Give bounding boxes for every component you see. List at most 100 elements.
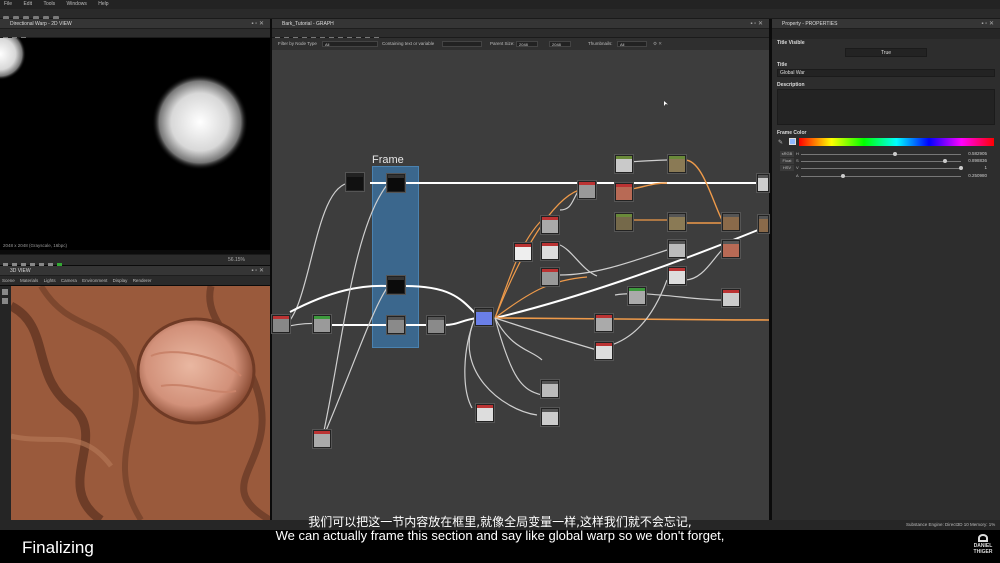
menu-display[interactable]: Display bbox=[113, 278, 128, 283]
graph-node[interactable] bbox=[427, 316, 445, 334]
color-slider-row[interactable]: sRGB H 0.582905 bbox=[777, 151, 997, 158]
menu-edit[interactable]: Edit bbox=[23, 1, 32, 7]
slider-knob[interactable] bbox=[943, 159, 948, 163]
view-2d[interactable] bbox=[0, 38, 270, 250]
slider-track[interactable] bbox=[801, 168, 961, 169]
menu-tools[interactable]: Tools bbox=[43, 1, 55, 7]
menu-help[interactable]: Help bbox=[98, 1, 108, 7]
graph-node[interactable] bbox=[313, 315, 331, 333]
graph-node[interactable] bbox=[722, 213, 740, 231]
menu-camera[interactable]: Camera bbox=[61, 278, 77, 283]
color-mode-tag[interactable]: Float bbox=[780, 158, 794, 164]
panel-pin-icon[interactable]: ▪ ▫ ✕ bbox=[251, 19, 264, 29]
slider-track[interactable] bbox=[801, 154, 961, 155]
menu-windows[interactable]: Windows bbox=[67, 1, 87, 7]
graph-node[interactable] bbox=[668, 213, 686, 231]
graph-node[interactable] bbox=[595, 342, 613, 360]
graph-node[interactable] bbox=[541, 268, 559, 286]
graph-node[interactable] bbox=[541, 216, 559, 234]
color-slider-row[interactable]: Float S 0.898836 bbox=[777, 158, 997, 165]
size-select[interactable]: 2048 bbox=[549, 41, 571, 47]
channel-value[interactable]: 0.582905 bbox=[968, 151, 987, 156]
graph-node[interactable] bbox=[668, 155, 686, 173]
properties-window-controls-icon[interactable]: ▪ ▫ ✕ bbox=[981, 19, 994, 29]
graph-node[interactable] bbox=[475, 308, 493, 326]
panel-3d-menu: Scene Materials Lights Camera Environmen… bbox=[0, 276, 270, 285]
menu-bar: File Edit Tools Windows Help bbox=[0, 0, 1000, 9]
color-swatch[interactable] bbox=[789, 138, 796, 145]
graph-node[interactable] bbox=[541, 408, 559, 426]
camera-icon[interactable] bbox=[2, 289, 8, 295]
graph-node[interactable] bbox=[758, 215, 769, 233]
channel-value[interactable]: 0.898836 bbox=[968, 158, 987, 163]
containing-text-input[interactable] bbox=[442, 41, 482, 47]
properties-panel: Property - PROPERTIES ▪ ▫ ✕ Title Visible… bbox=[772, 19, 1000, 520]
graph-node[interactable] bbox=[476, 404, 494, 422]
graph-node[interactable] bbox=[615, 183, 633, 201]
graph-node[interactable] bbox=[541, 242, 559, 260]
graph-node[interactable] bbox=[578, 181, 596, 199]
panel-3d-controls-icon[interactable]: ▪ ▫ ✕ bbox=[251, 266, 264, 276]
graph-node[interactable] bbox=[615, 155, 633, 173]
slider-knob[interactable] bbox=[892, 152, 897, 156]
graph-toolbar bbox=[272, 29, 769, 42]
view-3d[interactable] bbox=[11, 286, 270, 520]
graph-node[interactable] bbox=[668, 267, 686, 285]
graph-node[interactable] bbox=[595, 314, 613, 332]
graph-node[interactable] bbox=[615, 213, 633, 231]
zoom-level[interactable]: 56.15% bbox=[228, 257, 245, 263]
filter-node-type-select[interactable]: All bbox=[322, 41, 378, 47]
menu-renderer[interactable]: Renderer bbox=[133, 278, 152, 283]
graph-node[interactable] bbox=[346, 173, 364, 191]
thumbnails-select[interactable]: All bbox=[617, 41, 647, 47]
filter-label: Filter by Node Type bbox=[278, 41, 317, 46]
color-slider-row[interactable]: A 0.250980 bbox=[777, 173, 997, 180]
graph-node[interactable] bbox=[541, 380, 559, 398]
panel-2d-header: Directional Warp - 2D VIEW ▪ ▫ ✕ bbox=[0, 19, 270, 29]
description-input[interactable] bbox=[777, 89, 995, 125]
graph-window-controls-icon[interactable]: ▪ ▫ ✕ bbox=[750, 19, 763, 29]
graph-node[interactable] bbox=[387, 316, 405, 334]
warp-blob bbox=[152, 74, 248, 170]
panel-3d-title: 3D VIEW bbox=[10, 268, 31, 274]
graph-node[interactable] bbox=[757, 174, 769, 192]
bark-texture-render bbox=[11, 286, 270, 520]
menu-environment[interactable]: Environment bbox=[82, 278, 107, 283]
graph-node[interactable] bbox=[722, 240, 740, 258]
slider-knob[interactable] bbox=[840, 174, 845, 178]
graph-node[interactable] bbox=[387, 276, 405, 294]
hue-spectrum[interactable] bbox=[799, 138, 994, 146]
channel-value[interactable]: 1 bbox=[984, 165, 987, 170]
title-visible-toggle[interactable]: True bbox=[845, 48, 927, 57]
menu-lights[interactable]: Lights bbox=[44, 278, 56, 283]
title-input[interactable]: Global War bbox=[777, 69, 995, 77]
slider-track[interactable] bbox=[801, 176, 961, 177]
graph-node[interactable] bbox=[387, 174, 405, 192]
menu-file[interactable]: File bbox=[4, 1, 12, 7]
properties-toolbar bbox=[772, 29, 1000, 39]
graph-node[interactable] bbox=[668, 240, 686, 258]
color-mode-tag[interactable]: sRGB bbox=[780, 151, 794, 157]
parent-size-select[interactable]: 2048 bbox=[516, 41, 538, 47]
channel-label: S bbox=[796, 158, 799, 163]
logo-mark-icon bbox=[978, 534, 988, 542]
title-label: Title bbox=[777, 62, 788, 68]
view-3d-tools bbox=[0, 286, 11, 520]
menu-materials[interactable]: Materials bbox=[20, 278, 38, 283]
graph-node[interactable] bbox=[722, 289, 740, 307]
graph-node[interactable] bbox=[514, 243, 532, 261]
graph-node[interactable] bbox=[272, 315, 290, 333]
color-slider-row[interactable]: HSV V 1 bbox=[777, 165, 997, 172]
description-label: Description bbox=[777, 82, 805, 88]
slider-track[interactable] bbox=[801, 161, 961, 162]
color-mode-tag[interactable]: HSV bbox=[780, 165, 794, 171]
slider-knob[interactable] bbox=[959, 166, 963, 170]
eyedropper-icon[interactable]: ✎ bbox=[778, 139, 784, 146]
light-icon[interactable] bbox=[2, 298, 8, 304]
graph-node[interactable] bbox=[628, 287, 646, 305]
channel-value[interactable]: 0.250980 bbox=[968, 173, 987, 178]
main-toolbar bbox=[0, 9, 1000, 22]
menu-scene[interactable]: Scene bbox=[2, 278, 15, 283]
graph-option-icons[interactable]: ⚙ ✕ bbox=[653, 38, 662, 50]
graph-node[interactable] bbox=[313, 430, 331, 448]
